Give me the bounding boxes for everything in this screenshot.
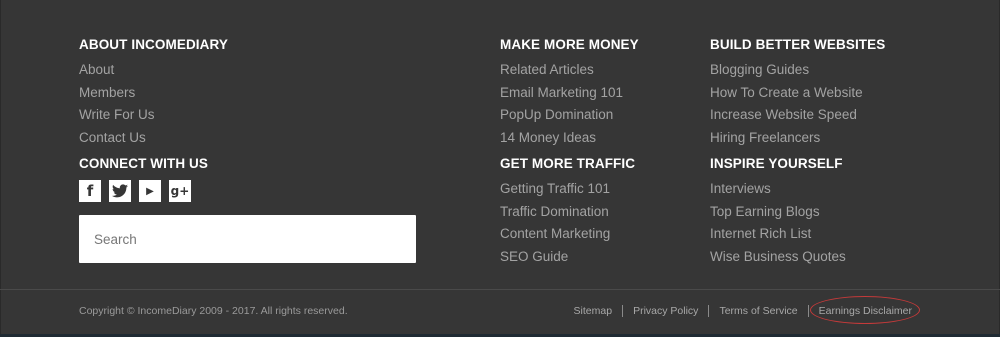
connect-section: CONNECT WITH US f ▶ g+ [79,155,208,202]
privacy-policy-link[interactable]: Privacy Policy [633,305,698,317]
footer-link-contact-us[interactable]: Contact Us [79,127,228,150]
footer-link-content-marketing[interactable]: Content Marketing [500,223,635,246]
footer-link-popup-domination[interactable]: PopUp Domination [500,104,639,127]
inspire-section: INSPIRE YOURSELF Interviews Top Earning … [710,155,846,268]
footer-link-related-articles[interactable]: Related Articles [500,59,639,82]
youtube-icon[interactable]: ▶ [139,180,161,202]
nav-separator [622,305,624,317]
sitemap-link[interactable]: Sitemap [574,305,613,317]
connect-heading: CONNECT WITH US [79,156,208,171]
websites-heading: BUILD BETTER WEBSITES [710,37,886,52]
about-section: ABOUT INCOMEDIARY About Members Write Fo… [79,36,228,149]
websites-section: BUILD BETTER WEBSITES Blogging Guides Ho… [710,36,885,149]
footer-link-getting-traffic[interactable]: Getting Traffic 101 [500,178,635,201]
money-heading: MAKE MORE MONEY [500,37,639,52]
traffic-heading: GET MORE TRAFFIC [500,156,636,171]
footer-link-internet-rich-list[interactable]: Internet Rich List [710,223,846,246]
footer-link-interviews[interactable]: Interviews [710,178,846,201]
footer-link-hiring-freelancers[interactable]: Hiring Freelancers [710,127,885,150]
footer-link-business-quotes[interactable]: Wise Business Quotes [710,246,846,269]
about-links: About Members Write For Us Contact Us [79,59,228,149]
social-icons: f ▶ g+ [79,180,208,202]
footer-link-money-ideas[interactable]: 14 Money Ideas [500,127,639,150]
search-input[interactable] [79,215,416,263]
footer-link-write-for-us[interactable]: Write For Us [79,104,228,127]
money-section: MAKE MORE MONEY Related Articles Email M… [500,36,639,149]
footer-link-about[interactable]: About [79,59,228,82]
footer-link-create-website[interactable]: How To Create a Website [710,82,885,105]
footer-link-members[interactable]: Members [79,82,228,105]
about-heading: ABOUT INCOMEDIARY [79,37,228,52]
site-footer: ABOUT INCOMEDIARY About Members Write Fo… [0,0,1000,337]
footer-link-website-speed[interactable]: Increase Website Speed [710,104,885,127]
nav-separator [807,305,809,317]
bottom-nav: Sitemap Privacy Policy Terms of Service … [574,305,912,317]
nav-separator [708,305,710,317]
earnings-disclaimer-link[interactable]: Earnings Disclaimer [819,305,912,317]
left-edge [0,0,1,337]
footer-link-email-marketing[interactable]: Email Marketing 101 [500,82,639,105]
twitter-icon[interactable] [109,180,131,202]
money-links: Related Articles Email Marketing 101 Pop… [500,59,639,149]
twitter-bird-icon [112,184,128,198]
inspire-links: Interviews Top Earning Blogs Internet Ri… [710,178,846,268]
traffic-section: GET MORE TRAFFIC Getting Traffic 101 Tra… [500,155,635,268]
footer-divider [0,289,1000,290]
footer-link-seo-guide[interactable]: SEO Guide [500,246,635,269]
footer-link-top-earning-blogs[interactable]: Top Earning Blogs [710,201,846,224]
google-plus-icon[interactable]: g+ [169,180,191,202]
footer-link-blogging-guides[interactable]: Blogging Guides [710,59,885,82]
inspire-heading: INSPIRE YOURSELF [710,156,843,171]
copyright-text: Copyright © IncomeDiary 2009 - 2017. All… [79,305,348,317]
traffic-links: Getting Traffic 101 Traffic Domination C… [500,178,635,268]
footer-link-traffic-domination[interactable]: Traffic Domination [500,201,635,224]
terms-of-service-link[interactable]: Terms of Service [719,305,797,317]
websites-links: Blogging Guides How To Create a Website … [710,59,885,149]
facebook-icon[interactable]: f [79,180,101,202]
